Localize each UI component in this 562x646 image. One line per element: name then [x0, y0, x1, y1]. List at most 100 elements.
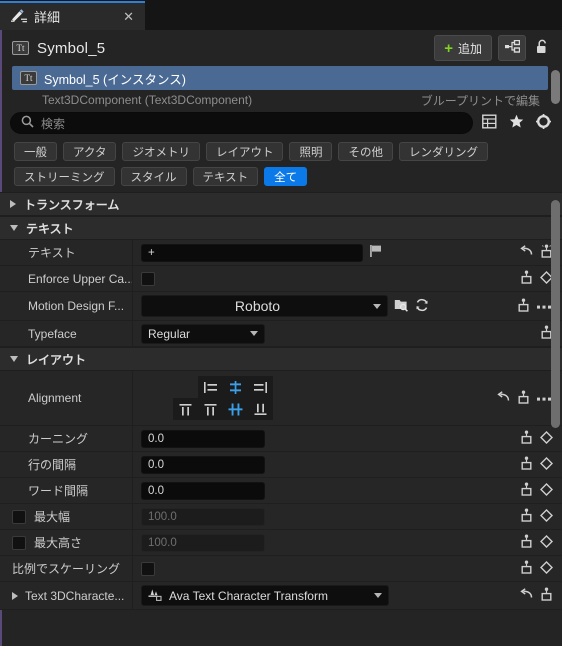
scrollbar-thumb[interactable] — [551, 200, 560, 428]
align-bottom-icon[interactable] — [248, 398, 273, 420]
reset-arrow-icon[interactable] — [497, 390, 510, 406]
settings-button[interactable] — [532, 112, 554, 134]
scrollbar-thumb[interactable] — [551, 70, 560, 104]
property-label: 最大高さ — [34, 536, 83, 550]
align-right-icon[interactable] — [248, 376, 273, 398]
max-width-input[interactable]: 100.0 — [141, 507, 265, 526]
property-label: テキスト — [0, 240, 133, 265]
search-placeholder: 検索 — [41, 116, 66, 131]
property-label: 比例でスケーリング — [0, 556, 133, 581]
browse-asset-icon[interactable] — [394, 298, 409, 315]
section-text[interactable]: テキスト — [0, 216, 562, 240]
keyframe-track-icon[interactable] — [520, 456, 533, 473]
property-scrollbar[interactable] — [551, 196, 560, 644]
flag-icon[interactable] — [369, 244, 383, 261]
kerning-input[interactable]: 0.0 — [141, 429, 265, 448]
component-label: Text3DComponent (Text3DComponent) — [42, 93, 253, 107]
filter-chip[interactable]: レンダリング — [398, 142, 488, 161]
blueprint-hierarchy-button[interactable] — [498, 35, 526, 61]
keyframe-track-icon[interactable] — [520, 560, 533, 577]
selected-object-label: Symbol_5 (インスタンス) — [44, 72, 186, 87]
property-row-max-width: 最大幅 100.0 — [0, 504, 562, 530]
close-icon[interactable]: ✕ — [120, 10, 137, 23]
chevron-down-icon — [10, 356, 18, 362]
component-row[interactable]: Text3DComponent (Text3DComponent) ブループリン… — [12, 92, 548, 108]
property-row-line-spacing: 行の間隔 0.0 — [0, 452, 562, 478]
selected-object-row[interactable]: Tt Symbol_5 (インスタンス) — [12, 66, 548, 90]
character-transform-dropdown[interactable]: Ava Text Character Transform — [141, 585, 389, 606]
line-spacing-input[interactable]: 0.0 — [141, 455, 265, 474]
blueprint-hierarchy-icon — [504, 39, 520, 56]
table-view-button[interactable] — [478, 112, 500, 134]
keyframe-track-icon[interactable] — [517, 298, 530, 315]
filter-chip[interactable]: 一般 — [14, 142, 57, 161]
align-left-icon[interactable] — [198, 376, 223, 398]
alignment-widget — [173, 376, 273, 420]
property-row-enforce-upper: Enforce Upper Ca... — [0, 266, 562, 292]
property-label: 最大幅 — [34, 510, 71, 524]
add-component-button[interactable]: + 追加 — [434, 35, 492, 61]
keyframe-track-icon[interactable] — [520, 430, 533, 447]
typeface-value: Regular — [148, 326, 191, 341]
vertical-alignment-group — [173, 398, 273, 420]
filter-chip[interactable]: 照明 — [289, 142, 333, 161]
section-transform[interactable]: トランスフォーム — [0, 192, 562, 216]
tab-strip: 詳細 ✕ — [0, 0, 562, 30]
refresh-icon[interactable] — [415, 298, 429, 315]
filter-chip[interactable]: スタイル — [120, 167, 187, 186]
keyframe-track-icon[interactable] — [520, 482, 533, 499]
chevron-down-icon — [373, 303, 381, 309]
chevron-down-icon — [250, 331, 258, 336]
align-top-icon[interactable] — [173, 398, 198, 420]
chevron-right-icon[interactable] — [12, 591, 18, 600]
filter-chip[interactable]: アクタ — [63, 142, 117, 161]
add-button-label: 追加 — [457, 41, 482, 56]
search-bar: 検索 — [0, 108, 562, 138]
property-label-row: 最大高さ — [0, 530, 133, 555]
section-label: トランスフォーム — [24, 197, 120, 212]
text-input[interactable]: + — [141, 243, 363, 262]
tab-details[interactable]: 詳細 ✕ — [0, 1, 145, 30]
align-center-v-icon[interactable] — [223, 398, 248, 420]
lock-toggle-button[interactable] — [530, 36, 554, 60]
scale-proportionally-checkbox[interactable] — [141, 561, 155, 576]
text3d-type-icon: Tt — [20, 71, 37, 85]
keyframe-track-icon[interactable] — [520, 270, 533, 287]
property-list: トランスフォーム テキスト テキスト + Enforce Upper Ca...… — [0, 192, 562, 610]
reset-arrow-icon[interactable] — [520, 588, 533, 603]
keyframe-track-icon[interactable] — [520, 508, 533, 525]
filter-chip[interactable]: その他 — [338, 142, 393, 161]
favorites-button[interactable] — [505, 112, 527, 134]
filter-chip[interactable]: ストリーミング — [14, 167, 115, 186]
filter-chip-all[interactable]: 全て — [264, 167, 308, 186]
settings-gear-icon — [535, 114, 551, 132]
reset-arrow-icon[interactable] — [520, 245, 533, 260]
enforce-upper-checkbox[interactable] — [141, 271, 155, 286]
font-dropdown[interactable]: Roboto — [141, 295, 388, 317]
max-width-checkbox[interactable] — [12, 509, 26, 524]
section-layout[interactable]: レイアウト — [0, 347, 562, 371]
search-input[interactable]: 検索 — [10, 112, 473, 134]
align-center-icon[interactable] — [223, 376, 248, 398]
text3d-type-icon: Tt — [12, 41, 29, 55]
property-row-typeface: Typeface Regular — [0, 321, 562, 347]
property-label-row: Text 3DCharacte... — [0, 582, 133, 609]
keyframe-track-icon[interactable] — [517, 390, 530, 407]
max-height-input[interactable]: 100.0 — [141, 533, 265, 552]
filter-chips-row-1: 一般 アクタ ジオメトリ レイアウト 照明 その他 レンダリング — [0, 138, 562, 167]
property-row-alignment: Alignment — [0, 371, 562, 426]
filter-chips-row-2: ストリーミング スタイル テキスト 全て — [0, 167, 562, 192]
keyframe-track-icon[interactable] — [520, 534, 533, 551]
typeface-dropdown[interactable]: Regular — [141, 323, 265, 344]
align-middle-top-icon[interactable] — [198, 398, 223, 420]
word-spacing-input[interactable]: 0.0 — [141, 481, 265, 500]
property-row-motion-design-font: Motion Design F... Roboto — [0, 292, 562, 321]
property-row-kerning: カーニング 0.0 — [0, 426, 562, 452]
filter-chip[interactable]: テキスト — [192, 167, 259, 186]
filter-chip[interactable]: ジオメトリ — [122, 142, 200, 161]
selection-scrollbar[interactable] — [551, 70, 560, 108]
plus-icon: + — [444, 39, 453, 57]
max-height-checkbox[interactable] — [12, 535, 26, 550]
filter-chip[interactable]: レイアウト — [205, 142, 284, 161]
edit-in-blueprint-label[interactable]: ブループリントで編集 — [421, 92, 540, 108]
